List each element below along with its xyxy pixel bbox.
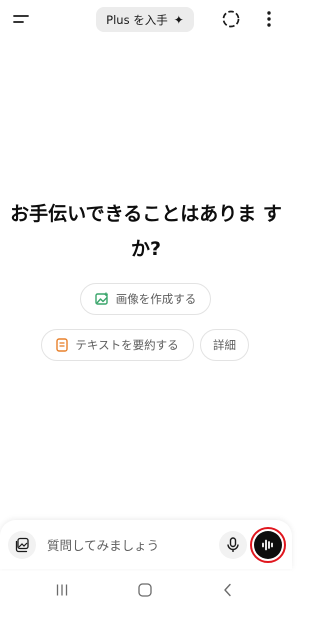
voice-mode-highlight[interactable] bbox=[250, 527, 286, 563]
get-plus-button[interactable]: Plus を入手 ✦ bbox=[96, 7, 194, 32]
document-icon bbox=[56, 338, 69, 352]
microphone-icon bbox=[227, 537, 239, 552]
suggestion-label: 詳細 bbox=[213, 338, 236, 352]
sparkle-icon: ✦ bbox=[173, 12, 184, 27]
page-heading: お手伝いできることはありま す か? bbox=[0, 197, 292, 267]
get-plus-label: Plus を入手 bbox=[106, 12, 168, 27]
microphone-button[interactable] bbox=[219, 531, 247, 559]
suggestion-more[interactable]: 詳細 bbox=[200, 329, 249, 361]
home-button[interactable] bbox=[137, 582, 153, 598]
temporary-chat-button[interactable] bbox=[220, 8, 242, 30]
suggestion-label: テキストを要約する bbox=[75, 338, 179, 352]
home-icon bbox=[138, 583, 152, 597]
voice-mode-icon bbox=[262, 539, 273, 551]
menu-button[interactable] bbox=[8, 8, 36, 30]
attach-photo-icon bbox=[15, 537, 29, 553]
recent-apps-button[interactable] bbox=[54, 582, 70, 598]
temporary-chat-icon bbox=[222, 10, 240, 28]
menu-icon bbox=[13, 15, 29, 23]
back-icon bbox=[224, 583, 231, 597]
image-create-icon bbox=[95, 292, 108, 305]
heading-line-1: お手伝いできることはありま す bbox=[10, 203, 282, 225]
voice-mode-button[interactable] bbox=[254, 531, 282, 559]
more-vertical-icon bbox=[267, 11, 271, 27]
heading-line-2: か? bbox=[130, 238, 162, 260]
suggestion-create-image[interactable]: 画像を作成する bbox=[80, 283, 211, 315]
suggestion-label: 画像を作成する bbox=[115, 292, 197, 306]
back-button[interactable] bbox=[220, 582, 236, 598]
recent-apps-icon bbox=[56, 584, 68, 596]
ask-input[interactable] bbox=[47, 534, 207, 556]
attach-photo-button[interactable] bbox=[8, 531, 36, 559]
suggestion-summarize-text[interactable]: テキストを要約する bbox=[41, 329, 194, 361]
more-options-button[interactable] bbox=[260, 8, 278, 30]
